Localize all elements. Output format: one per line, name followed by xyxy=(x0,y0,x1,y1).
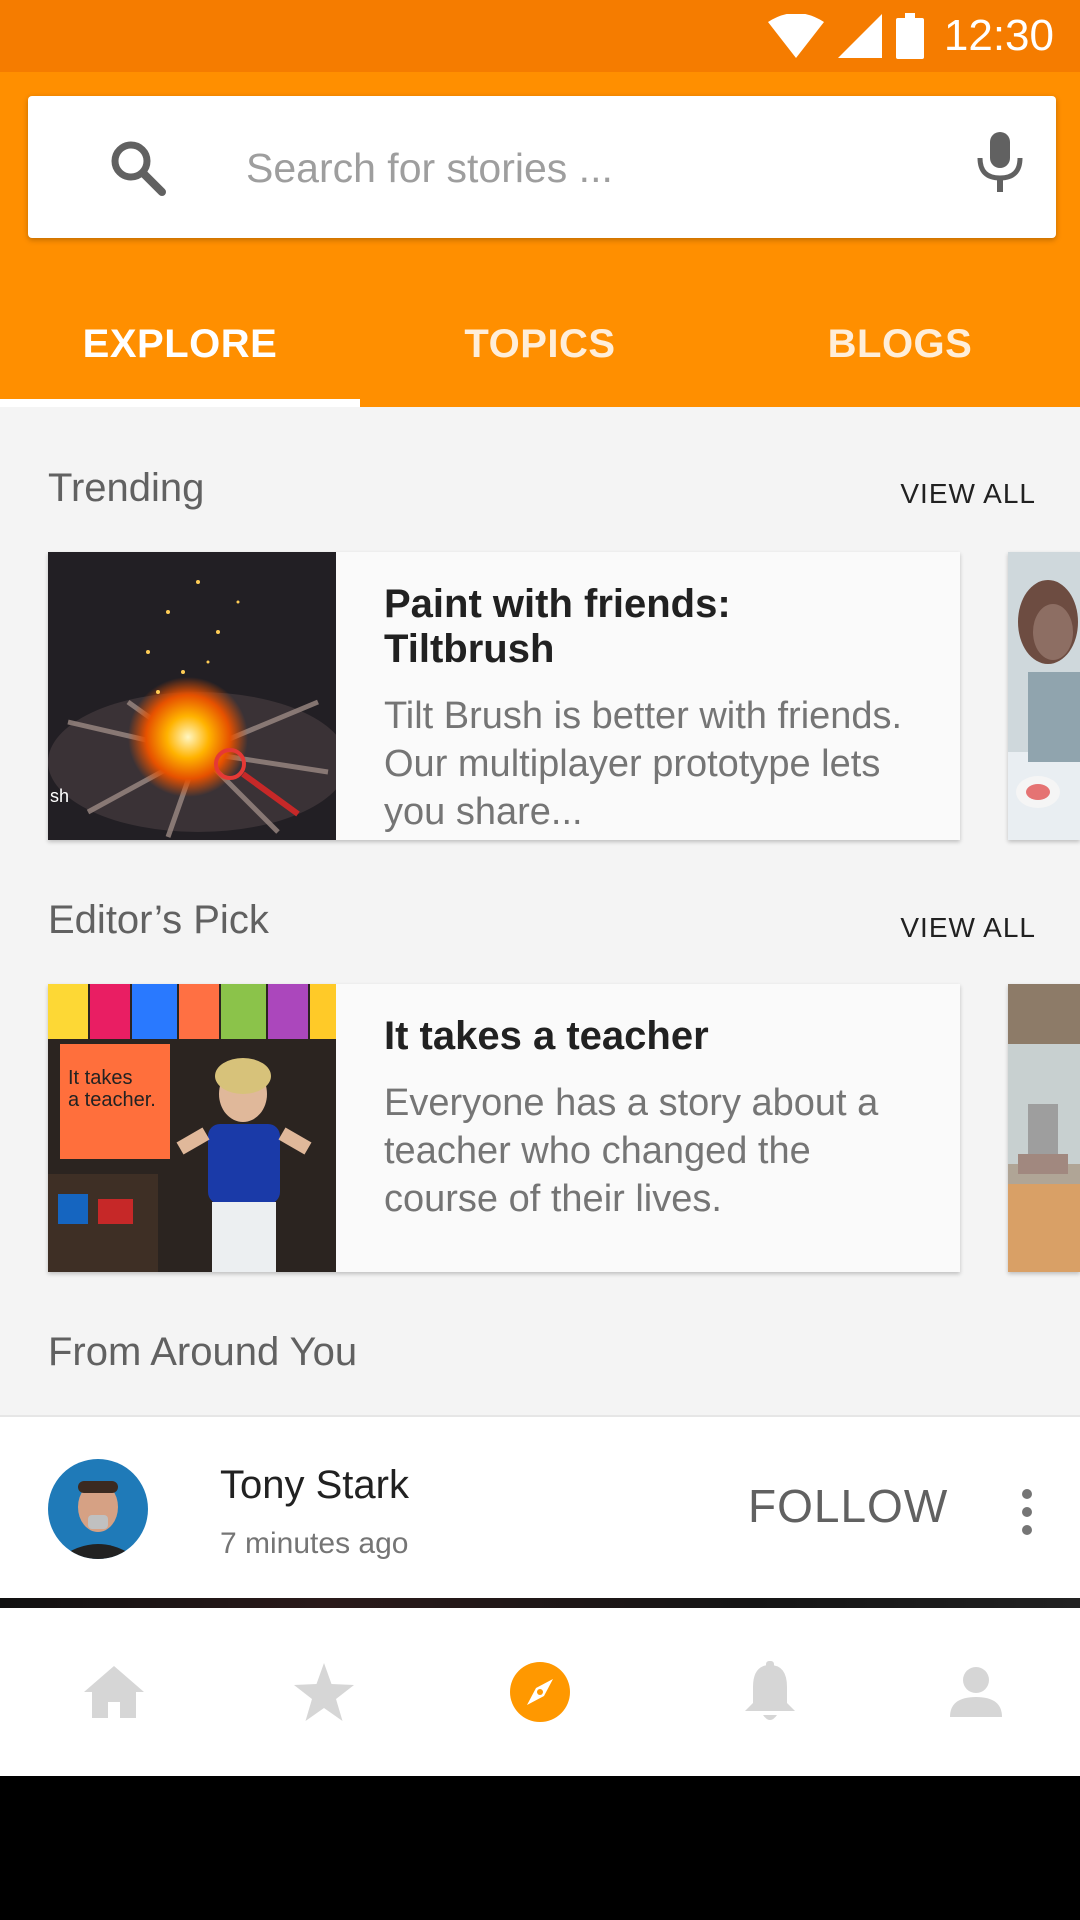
status-bar: 12:30 xyxy=(0,0,1080,72)
editors-pick-title: Editor’s Pick xyxy=(48,898,269,942)
editors-pick-card-text: Everyone has a story about a teacher who… xyxy=(384,1082,879,1220)
bottom-navigation xyxy=(0,1608,1080,1776)
nav-explore[interactable] xyxy=(480,1608,600,1776)
compass-icon xyxy=(510,1662,570,1722)
tab-bar: EXPLORE TOPICS BLOGS xyxy=(0,302,1080,407)
trending-card-body: Paint with friends: Tiltbrush Tilt Brush… xyxy=(336,552,960,840)
home-icon xyxy=(84,1666,144,1718)
status-time: 12:30 xyxy=(943,11,1054,60)
microphone-icon[interactable] xyxy=(972,130,1028,194)
feed-post-header: Tony Stark 7 minutes ago FOLLOW xyxy=(0,1415,1080,1602)
search-box[interactable] xyxy=(28,96,1056,238)
sign-text-line2: a teacher. xyxy=(68,1089,156,1111)
around-you-title: From Around You xyxy=(48,1330,358,1374)
image-caption: sh xyxy=(50,786,69,806)
editors-pick-view-all-button[interactable]: VIEW ALL xyxy=(900,912,1036,944)
nav-favorites[interactable] xyxy=(264,1608,384,1776)
star-icon xyxy=(294,1663,354,1721)
avatar[interactable] xyxy=(48,1459,148,1559)
editors-pick-card-title: It takes a teacher xyxy=(384,1014,709,1058)
editors-pick-next-card[interactable] xyxy=(1008,984,1080,1272)
follow-button[interactable]: FOLLOW xyxy=(748,1479,948,1533)
nav-home[interactable] xyxy=(54,1608,174,1776)
tiltbrush-image: sh xyxy=(48,552,336,840)
battery-icon xyxy=(895,13,924,59)
bell-icon xyxy=(745,1661,795,1720)
trending-title: Trending xyxy=(48,466,205,510)
teacher-image: It takes a teacher. xyxy=(48,984,336,1272)
nav-notifications[interactable] xyxy=(710,1608,830,1776)
trending-view-all-button[interactable]: VIEW ALL xyxy=(900,478,1036,510)
sign-text-line1: It takes xyxy=(68,1067,132,1089)
active-tab-indicator xyxy=(0,399,360,407)
search-input[interactable] xyxy=(244,132,948,204)
wifi-icon xyxy=(767,14,824,58)
nav-profile[interactable] xyxy=(916,1608,1036,1776)
post-image-preview xyxy=(0,1598,1080,1608)
trending-card-title: Paint with friends: Tiltbrush xyxy=(384,582,731,671)
trending-card-text: Tilt Brush is better with friends. Our m… xyxy=(384,695,903,833)
app-bar: EXPLORE TOPICS BLOGS xyxy=(0,72,1080,407)
search-icon[interactable] xyxy=(108,138,168,198)
trending-card[interactable]: sh Paint with friends: Tiltbrush Tilt Br… xyxy=(48,552,960,840)
post-author[interactable]: Tony Stark xyxy=(220,1463,409,1508)
tab-topics[interactable]: TOPICS xyxy=(360,302,720,407)
status-icons: 12:30 xyxy=(767,10,1054,62)
tab-blogs[interactable]: BLOGS xyxy=(720,302,1080,407)
editors-pick-card[interactable]: It takes a teacher. It takes a teacher E… xyxy=(48,984,960,1272)
person-icon xyxy=(950,1667,1002,1717)
trending-next-card[interactable] xyxy=(1008,552,1080,840)
signal-icon xyxy=(837,14,882,58)
editors-pick-card-body: It takes a teacher Everyone has a story … xyxy=(336,984,960,1272)
more-vert-icon[interactable] xyxy=(1020,1487,1034,1537)
system-navigation-bar xyxy=(0,1776,1080,1920)
tab-explore[interactable]: EXPLORE xyxy=(0,302,360,407)
post-time: 7 minutes ago xyxy=(220,1527,409,1560)
